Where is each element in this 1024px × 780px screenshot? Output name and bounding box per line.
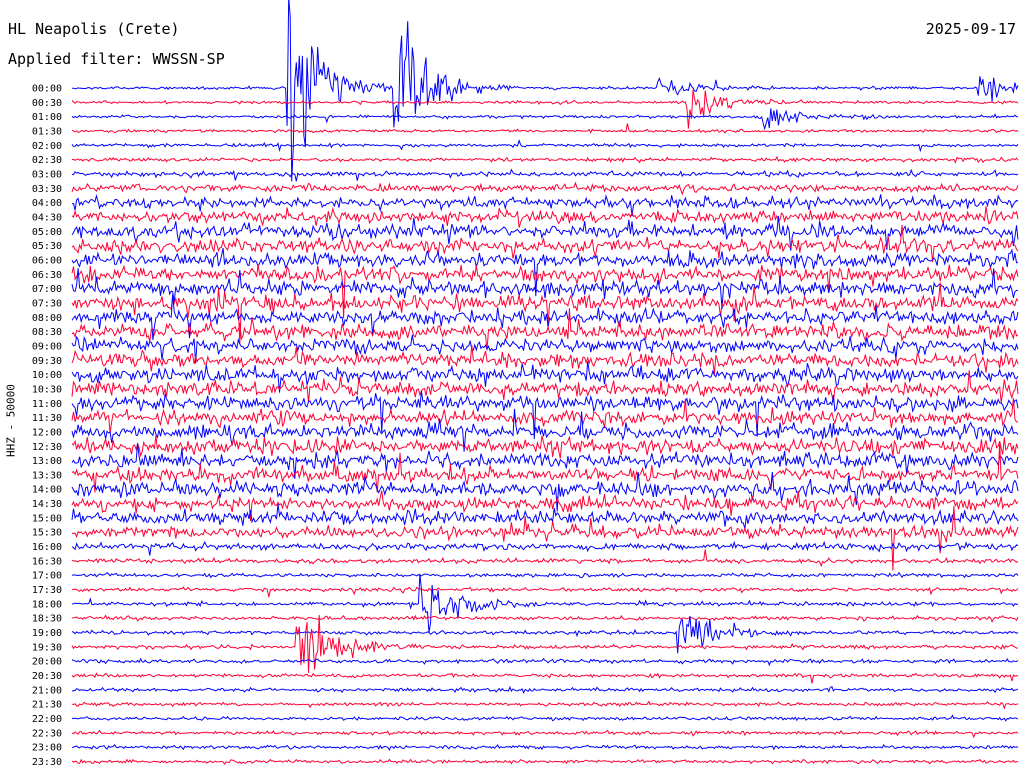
time-label-1200: 12:00 [32,427,62,438]
time-label-0830: 08:30 [32,327,62,338]
time-label-0430: 04:30 [32,212,62,223]
trace-1900 [71,615,1019,654]
trace-0300 [71,168,1019,182]
time-label-2030: 20:30 [32,671,62,682]
time-label-2130: 21:30 [32,700,62,711]
time-label-1930: 19:30 [32,642,62,653]
time-label-1700: 17:00 [32,571,62,582]
time-label-0530: 05:30 [32,241,62,252]
time-label-1530: 15:30 [32,528,62,539]
helicorder-plot: 00:00 00:30 01:00 01:30 02:00 02:30 03:00 03:30… [32,0,1019,768]
trace-0230 [71,155,1019,164]
time-label-1600: 16:00 [32,542,62,553]
time-label-0100: 01:00 [32,112,62,123]
trace-0330 [71,181,1019,196]
trace-1830 [71,614,1019,623]
time-label-1230: 12:30 [32,442,62,453]
trace-1930 [71,614,1019,673]
time-label-1130: 11:30 [32,413,62,424]
trace-0000 [72,0,1019,182]
trace-0030 [71,89,1019,129]
time-label-0000: 00:00 [32,84,62,95]
time-label-0030: 00:30 [32,98,62,109]
trace-0930 [71,345,1019,375]
trace-1430 [71,490,1019,521]
trace-0430 [71,206,1019,228]
trace-2200 [71,714,1019,722]
trace-2330 [71,758,1019,765]
time-label-2100: 21:00 [32,685,62,696]
trace-1630 [71,549,1019,568]
trace-2000 [71,657,1019,667]
time-label-1100: 11:00 [32,399,62,410]
trace-2300 [71,743,1019,751]
trace-0100 [71,108,1019,131]
time-label-1000: 10:00 [32,370,62,381]
time-label-2330: 23:30 [32,757,62,768]
trace-2230 [71,729,1019,739]
trace-1800 [71,573,1019,633]
trace-1500 [71,503,1019,530]
trace-1130 [71,398,1019,434]
time-label-0200: 02:00 [32,141,62,152]
time-label-0730: 07:30 [32,298,62,309]
trace-0800 [71,294,1019,341]
time-label-2230: 22:30 [32,728,62,739]
time-label-1800: 18:00 [32,599,62,610]
time-label-1330: 13:30 [32,470,62,481]
trace-1730 [71,586,1019,598]
trace-1000 [71,361,1019,393]
trace-0200 [71,139,1019,153]
time-label-1900: 19:00 [32,628,62,639]
trace-1700 [71,571,1019,579]
trace-2030 [71,672,1019,684]
time-label-2000: 20:00 [32,657,62,668]
time-label-2300: 23:00 [32,743,62,754]
time-label-0130: 01:30 [32,126,62,137]
time-label-1630: 16:30 [32,556,62,567]
time-label-0400: 04:00 [32,198,62,209]
time-label-0600: 06:00 [32,255,62,266]
trace-2100 [71,685,1019,694]
time-label-0800: 08:00 [32,313,62,324]
time-label-0930: 09:30 [32,356,62,367]
time-label-1830: 18:30 [32,614,62,625]
time-label-1400: 14:00 [32,485,62,496]
time-label-1430: 14:30 [32,499,62,510]
time-label-0500: 05:00 [32,227,62,238]
time-label-1730: 17:30 [32,585,62,596]
time-label-1500: 15:00 [32,513,62,524]
time-label-1300: 13:00 [32,456,62,467]
time-label-0700: 07:00 [32,284,62,295]
time-label-2200: 22:00 [32,714,62,725]
time-label-0900: 09:00 [32,341,62,352]
time-label-0230: 02:30 [32,155,62,166]
time-label-0330: 03:30 [32,184,62,195]
trace-0130 [71,123,1019,134]
trace-1600 [71,540,1019,556]
trace-2130 [71,700,1019,710]
time-label-1030: 10:30 [32,384,62,395]
time-label-0300: 03:00 [32,169,62,180]
time-label-0630: 06:30 [32,270,62,281]
